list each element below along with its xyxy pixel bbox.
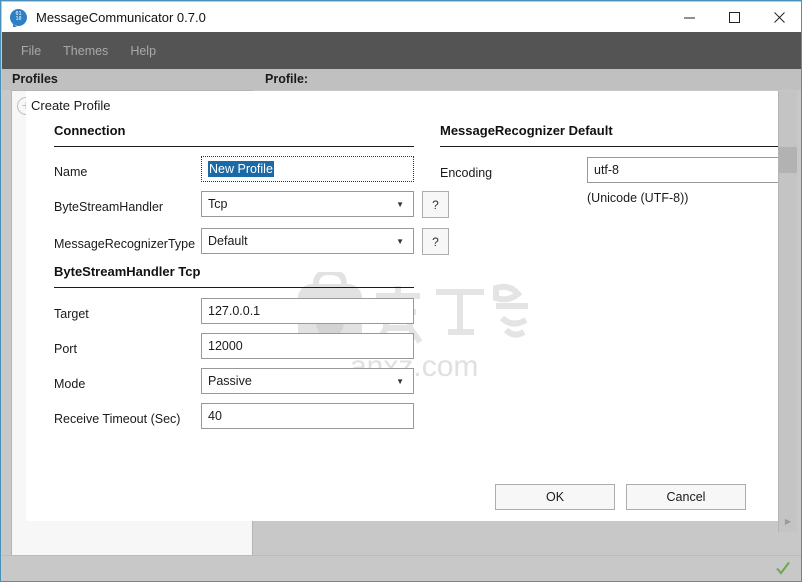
bytestreamhandler-label: ByteStreamHandler	[54, 200, 164, 214]
mode-dropdown[interactable]: Passive ▼	[201, 368, 414, 394]
maximize-icon[interactable]	[712, 2, 757, 32]
app-binary-icon: 01 10	[10, 8, 27, 27]
minimize-icon[interactable]	[667, 2, 712, 32]
menu-item-file[interactable]: File	[10, 40, 52, 62]
encoding-input[interactable]: utf-8	[587, 157, 778, 183]
bytestreamhandler-tcp-section-rule	[54, 287, 414, 288]
chevron-down-icon: ▼	[396, 376, 404, 386]
app-icon-bits: 01 10	[15, 10, 22, 22]
window-title: MessageCommunicator 0.7.0	[36, 9, 206, 25]
connection-section-rule	[54, 146, 414, 147]
name-label: Name	[54, 165, 88, 179]
messagerecognizertype-help-button[interactable]: ?	[422, 228, 449, 255]
check-icon	[774, 559, 792, 577]
target-input[interactable]: 127.0.0.1	[201, 298, 414, 324]
title-bar: 01 10 MessageCommunicator 0.7.0	[2, 2, 801, 32]
profile-column-header: Profile:	[265, 72, 309, 86]
encoding-label: Encoding	[440, 166, 493, 180]
column-header-row: Profiles Profile:	[2, 69, 801, 90]
window-controls	[667, 2, 801, 32]
name-input[interactable]: New Profile	[201, 156, 414, 182]
create-profile-dialog: Create Profile anxz.com Connection Name …	[26, 91, 778, 521]
target-label: Target	[54, 307, 89, 321]
bytestreamhandler-dropdown[interactable]: Tcp ▼	[201, 191, 414, 217]
scrollbar-thumb[interactable]	[779, 147, 797, 173]
menu-bar: File Themes Help	[2, 32, 801, 69]
messagerecognizertype-label: MessageRecognizerType	[54, 237, 196, 251]
profiles-column-header: Profiles	[12, 72, 58, 86]
messagerecognizertype-dropdown[interactable]: Default ▼	[201, 228, 414, 254]
connection-section-title: Connection	[54, 123, 126, 138]
chevron-down-icon: ▼	[396, 199, 404, 209]
menu-item-help[interactable]: Help	[119, 40, 167, 62]
port-input[interactable]: 12000	[201, 333, 414, 359]
status-bar	[2, 555, 801, 581]
chevron-down-icon: ▼	[396, 236, 404, 246]
mode-value: Passive	[208, 374, 252, 388]
messagerecognizer-section-rule	[440, 146, 778, 147]
content-vertical-scrollbar[interactable]: ▶	[778, 91, 797, 532]
close-icon[interactable]	[757, 2, 801, 32]
dialog-body: anxz.com Connection Name New Profile Byt…	[26, 117, 778, 521]
cancel-button[interactable]: Cancel	[626, 484, 746, 510]
messagerecognizertype-value: Default	[208, 234, 248, 248]
menu-item-themes[interactable]: Themes	[52, 40, 119, 62]
bytestreamhandler-tcp-section-title: ByteStreamHandler Tcp	[54, 264, 201, 279]
receive-timeout-input[interactable]: 40	[201, 403, 414, 429]
ok-button[interactable]: OK	[495, 484, 615, 510]
messagerecognizer-section-title: MessageRecognizer Default	[440, 123, 613, 138]
app-icon-tail	[13, 23, 17, 27]
scroll-down-arrow-icon[interactable]: ▶	[779, 517, 797, 526]
bytestreamhandler-help-button[interactable]: ?	[422, 191, 449, 218]
port-label: Port	[54, 342, 77, 356]
name-input-value: New Profile	[208, 161, 274, 177]
bytestreamhandler-value: Tcp	[208, 197, 228, 211]
watermark: anxz.com	[290, 268, 540, 383]
dialog-title: Create Profile	[31, 98, 111, 113]
mode-label: Mode	[54, 377, 86, 391]
application-window: 01 10 MessageCommunicator 0.7.0 File Them…	[0, 0, 802, 582]
encoding-hint: (Unicode (UTF-8))	[587, 191, 689, 205]
receive-timeout-label: Receive Timeout (Sec)	[54, 412, 181, 426]
